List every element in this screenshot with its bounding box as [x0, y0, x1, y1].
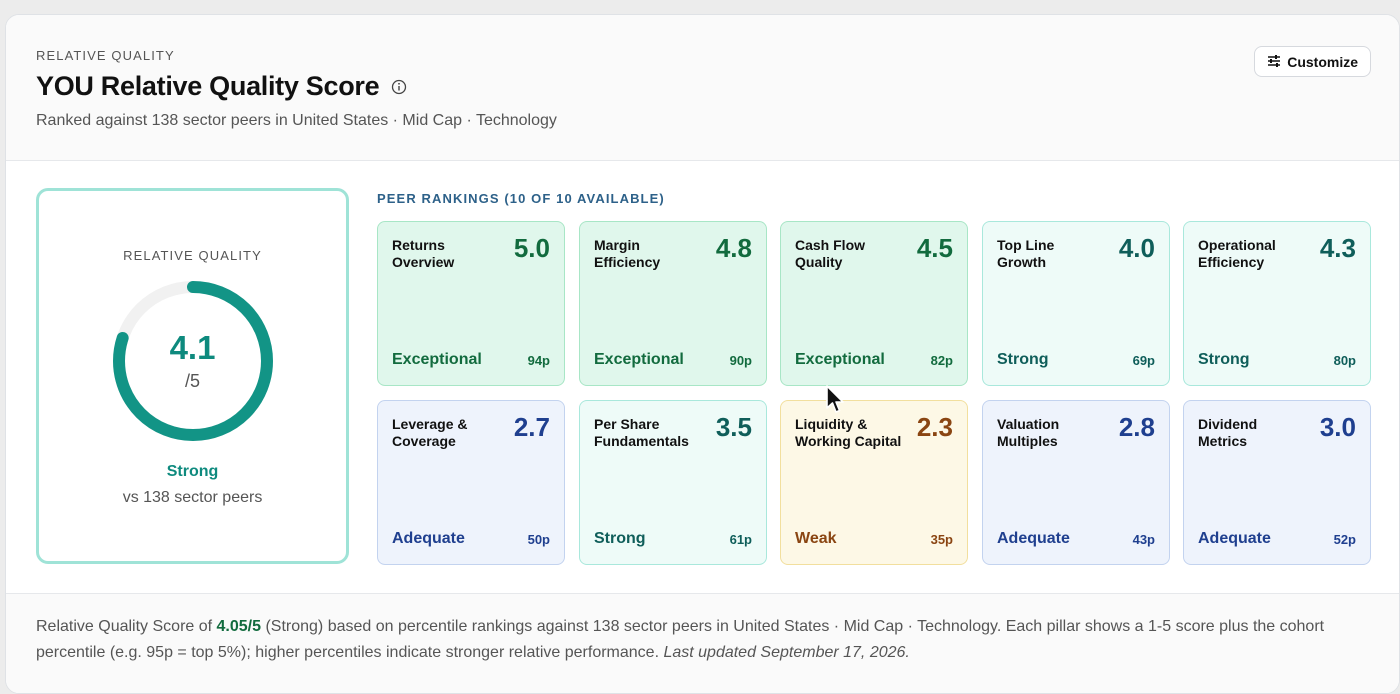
pillar-percentile: 82p: [930, 353, 953, 368]
pillar-percentile: 50p: [527, 532, 550, 547]
pillar-percentile: 52p: [1333, 532, 1356, 547]
pillar-score: 4.8: [715, 233, 752, 263]
score-peers: vs 138 sector peers: [122, 489, 263, 506]
sliders-icon: [1267, 54, 1281, 70]
pillar-score: 5.0: [513, 233, 550, 263]
title-row: YOU Relative Quality Score: [36, 71, 407, 102]
footer-note: Relative Quality Score of 4.05/5 (Strong…: [6, 593, 1399, 693]
pillar-tile[interactable]: Operational Efficiency 4.3 Strong 80p: [1183, 221, 1371, 386]
pillar-score: 4.5: [916, 233, 953, 263]
pillar-percentile: 35p: [930, 532, 953, 547]
pillar-tile[interactable]: Valuation Multiples 2.8 Adequate 43p: [982, 400, 1170, 565]
pillar-name: Leverage & Coverage: [392, 416, 468, 449]
pillar-tile[interactable]: Returns Overview 5.0 Exceptional 94p: [377, 221, 565, 386]
pillar-score: 2.8: [1118, 412, 1155, 442]
pillar-rating: Adequate: [1198, 530, 1271, 547]
pillar-tile[interactable]: Per Share Fundamentals 3.5 Strong 61p: [579, 400, 767, 565]
score-value: 4.1: [169, 329, 216, 366]
pillar-name: Top Line Growth: [997, 237, 1055, 270]
pillar-rating: Exceptional: [594, 351, 684, 368]
pillar-rating: Adequate: [392, 530, 465, 547]
footer-score: 4.05/5: [216, 618, 262, 635]
pillar-score: 4.3: [1319, 233, 1356, 263]
pillar-score: 2.3: [916, 412, 953, 442]
pillar-rating: Weak: [795, 530, 837, 547]
pillar-rating: Strong: [1198, 351, 1250, 368]
peer-rankings-heading: PEER RANKINGS (10 OF 10 AVAILABLE): [377, 191, 665, 206]
pillar-rating: Exceptional: [795, 351, 885, 368]
pillar-tile[interactable]: Cash Flow Quality 4.5 Exceptional 82p: [780, 221, 968, 386]
overall-score-card: RELATIVE QUALITY 4.1 /5 Strong vs 138 se…: [36, 188, 349, 564]
page-subtitle: Ranked against 138 sector peers in Unite…: [36, 112, 557, 129]
pillar-name: Liquidity & Working Capital: [795, 416, 902, 449]
mouse-cursor-icon: [826, 385, 844, 413]
score-max: /5: [184, 371, 200, 391]
pillar-name: Returns Overview: [392, 237, 455, 270]
pillar-percentile: 61p: [729, 532, 752, 547]
score-label: RELATIVE QUALITY: [123, 248, 262, 263]
pillar-rating: Adequate: [997, 530, 1070, 547]
pillar-name: Operational Efficiency: [1198, 237, 1276, 270]
card-header: RELATIVE QUALITY YOU Relative Quality Sc…: [6, 15, 1399, 161]
pillar-percentile: 43p: [1132, 532, 1155, 547]
pillar-tile[interactable]: Top Line Growth 4.0 Strong 69p: [982, 221, 1170, 386]
pillar-name: Margin Efficiency: [594, 237, 661, 270]
pillar-score: 2.7: [513, 412, 550, 442]
pillar-percentile: 94p: [527, 353, 550, 368]
pillar-tile[interactable]: Dividend Metrics 3.0 Adequate 52p: [1183, 400, 1371, 565]
pillar-name: Cash Flow Quality: [795, 237, 866, 270]
section-eyebrow: RELATIVE QUALITY: [36, 48, 175, 63]
pillar-tile[interactable]: Liquidity & Working Capital 2.3 Weak 35p: [780, 400, 968, 565]
pillar-rating: Strong: [997, 351, 1049, 368]
pillar-name: Dividend Metrics: [1198, 416, 1258, 449]
relative-quality-card: RELATIVE QUALITY YOU Relative Quality Sc…: [5, 14, 1400, 694]
pillar-score: 4.0: [1118, 233, 1155, 263]
pillar-tile[interactable]: Margin Efficiency 4.8 Exceptional 90p: [579, 221, 767, 386]
pillar-score: 3.0: [1319, 412, 1356, 442]
pillar-rating: Strong: [594, 530, 646, 547]
pillar-percentile: 69p: [1132, 353, 1155, 368]
pillar-name: Per Share Fundamentals: [594, 416, 689, 449]
footer-prefix: Relative Quality Score of: [36, 618, 217, 635]
pillar-rating: Exceptional: [392, 351, 482, 368]
page-title: YOU Relative Quality Score: [36, 71, 380, 101]
info-icon[interactable]: [391, 79, 407, 95]
pillar-name: Valuation Multiples: [997, 416, 1060, 449]
pillar-score: 3.5: [715, 412, 752, 442]
last-updated: Last updated September 17, 2026.: [663, 644, 910, 661]
card-main: RELATIVE QUALITY 4.1 /5 Strong vs 138 se…: [6, 161, 1399, 593]
score-rating: Strong: [166, 463, 219, 480]
pillar-percentile: 90p: [729, 353, 752, 368]
pillar-percentile: 80p: [1333, 353, 1356, 368]
pillar-tile[interactable]: Leverage & Coverage 2.7 Adequate 50p: [377, 400, 565, 565]
customize-label: Customize: [1287, 53, 1358, 70]
customize-button[interactable]: Customize: [1254, 46, 1371, 77]
